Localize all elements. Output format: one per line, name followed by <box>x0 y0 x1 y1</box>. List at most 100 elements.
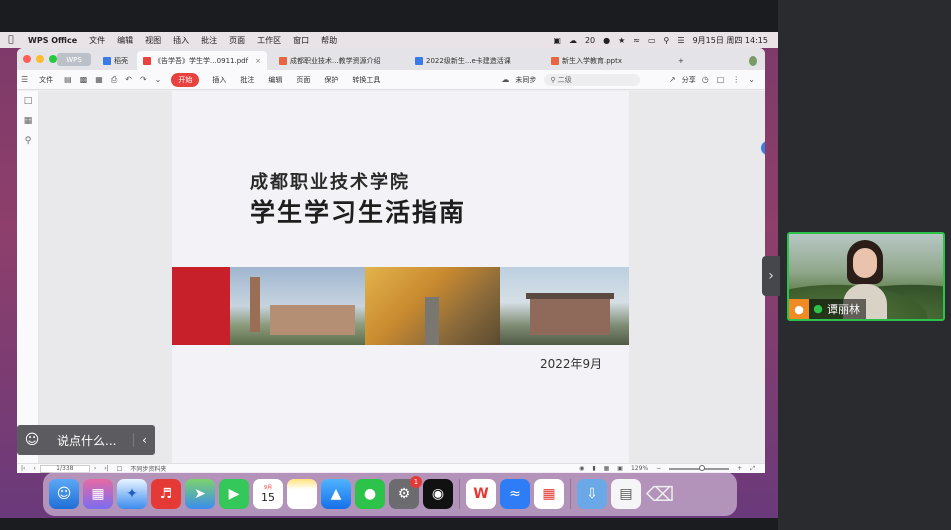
tencent-meeting-icon[interactable]: ≈ <box>500 479 530 509</box>
zoom-out-icon[interactable]: − <box>652 465 665 472</box>
zoom-slider[interactable] <box>669 464 730 471</box>
emoji-icon[interactable]: ☺ <box>17 432 47 448</box>
datetime[interactable]: 9月15日 周四 14:15 <box>689 35 772 46</box>
history-icon[interactable]: ◷ <box>698 75 713 84</box>
facetime-icon[interactable]: ▶ <box>219 479 249 509</box>
menu-item-window[interactable]: 窗口 <box>287 35 315 46</box>
collapse-chat-icon[interactable]: ‹ <box>133 433 155 447</box>
menu-item-comment[interactable]: 批注 <box>195 35 223 46</box>
system-preferences-icon[interactable]: ⚙ 1 <box>389 476 422 509</box>
chevron-down-icon[interactable]: ⌄ <box>151 75 166 84</box>
zoom-window-button[interactable] <box>49 55 57 63</box>
assistant-float-icon[interactable]: ✎ <box>761 141 765 155</box>
open-icon[interactable]: ▤ <box>60 75 76 84</box>
close-tab-icon[interactable]: × <box>255 57 261 65</box>
bookmark-icon[interactable]: □ <box>17 91 39 111</box>
cloud-sync-icon[interactable]: ☁ <box>497 75 513 84</box>
view-mode-icon[interactable]: ◉ <box>575 465 588 472</box>
thumbnail-icon[interactable]: ▦ <box>17 111 39 131</box>
user-icon[interactable]: ● <box>599 36 614 45</box>
finder-icon[interactable]: ☺ <box>49 479 79 509</box>
redo-icon[interactable]: ↷ <box>136 75 151 84</box>
launchpad-icon[interactable]: ▦ <box>83 479 113 509</box>
print-icon[interactable]: ⎙ <box>107 75 121 85</box>
collapse-ribbon-icon[interactable]: ⌄ <box>744 75 759 84</box>
undo-icon[interactable]: ↶ <box>121 75 136 84</box>
wechat-icon[interactable]: ● <box>355 479 385 509</box>
trash-icon[interactable]: ⌫ <box>645 479 675 509</box>
more-icon[interactable]: ⋮ <box>728 75 744 84</box>
document-canvas[interactable]: 成都职业技术学院 学生学习生活指南 2022年9月 <box>39 91 765 463</box>
menu-item-help[interactable]: 帮助 <box>315 35 343 46</box>
collapse-panel-button[interactable]: › <box>762 256 780 296</box>
expand-icon[interactable]: ⤢ <box>746 465 759 473</box>
file-menu[interactable]: 文件 <box>32 75 60 85</box>
documents-stack-icon[interactable]: ▤ <box>611 479 641 509</box>
tab-pdf[interactable]: 《告学吾》学生学...0911.pdf × <box>137 51 267 70</box>
prev-page-icon[interactable]: ‹ <box>29 465 39 472</box>
notes-icon[interactable] <box>287 479 317 509</box>
chat-input-pill[interactable]: ☺ 说点什么... ‹ <box>17 425 155 455</box>
close-window-button[interactable] <box>23 55 31 63</box>
battery-icon[interactable]: ▭ <box>644 36 660 45</box>
fit-page-icon[interactable]: □ <box>113 465 127 472</box>
qq-icon[interactable]: ◉ <box>423 479 453 509</box>
search-input[interactable]: ⚲ 二级 <box>544 73 641 86</box>
app-store-icon[interactable]: ▲ <box>321 479 351 509</box>
next-page-icon[interactable]: › <box>90 465 100 472</box>
cloud-temp-icon[interactable]: ☁ <box>565 36 581 45</box>
zoom-slider-knob[interactable] <box>699 464 706 471</box>
zoom-in-icon[interactable]: + <box>733 465 746 472</box>
wps-home-tab[interactable]: WPS <box>57 53 91 66</box>
calendar-icon[interactable]: 9月 15 <box>253 479 283 509</box>
double-page-icon[interactable]: ▦ <box>600 465 614 472</box>
tab-comment[interactable]: 批注 <box>233 75 261 85</box>
minimize-window-button[interactable] <box>36 55 44 63</box>
tab-insert[interactable]: 插入 <box>205 75 233 85</box>
share-button[interactable]: 分享 <box>680 75 698 85</box>
tab-protect[interactable]: 保护 <box>317 75 345 85</box>
menu-item-view[interactable]: 视图 <box>139 35 167 46</box>
participant-video[interactable]: ● ● 谭丽林 <box>787 232 945 321</box>
wps-office-icon[interactable]: W <box>466 479 496 509</box>
cloud-sync-status[interactable]: 未同步 <box>513 75 538 85</box>
menu-item-insert[interactable]: 插入 <box>167 35 195 46</box>
wifi-icon[interactable]: ≈ <box>629 36 644 45</box>
downloads-folder-icon[interactable]: ⇩ <box>577 479 607 509</box>
search-icon[interactable]: ⚲ <box>660 36 674 45</box>
single-page-icon[interactable]: ▮ <box>588 465 599 472</box>
fullscreen-icon[interactable]: ▣ <box>613 465 627 472</box>
tab-orientation[interactable]: 新生入学教育.pptx <box>545 51 645 70</box>
tab-freshmen-card[interactable]: 2022级新生...e卡建造活课 <box>409 51 541 70</box>
safari-icon[interactable]: ✦ <box>117 479 147 509</box>
find-icon[interactable]: ⚲ <box>17 131 39 151</box>
tab-edit[interactable]: 编辑 <box>261 75 289 85</box>
tab-convert[interactable]: 转换工具 <box>345 75 387 85</box>
save-icon[interactable]: ▩ <box>76 75 92 84</box>
pdf-document-icon[interactable]: ▦ <box>534 479 564 509</box>
tab-page[interactable]: 页面 <box>289 75 317 85</box>
menu-item-edit[interactable]: 编辑 <box>111 35 139 46</box>
netease-music-icon[interactable]: ♬ <box>151 479 181 509</box>
chat-placeholder[interactable]: 说点什么... <box>57 432 133 449</box>
new-tab-button[interactable]: + <box>672 51 692 70</box>
menu-item-page[interactable]: 页面 <box>223 35 251 46</box>
maps-icon[interactable]: ➤ <box>185 479 215 509</box>
export-icon[interactable]: ▦ <box>91 75 107 84</box>
tab-start[interactable]: 开始 <box>171 72 200 87</box>
bluetooth-icon[interactable]: ★ <box>614 36 629 45</box>
menu-icon[interactable]: ☰ <box>17 75 32 84</box>
menu-app-name[interactable]: WPS Office <box>22 36 83 45</box>
first-page-icon[interactable]: |‹ <box>17 465 29 472</box>
wechat-status-icon[interactable]: ▣ <box>549 36 565 45</box>
zoom-level[interactable]: 129% <box>627 465 652 472</box>
tab-daoke[interactable]: 稻壳 <box>97 51 137 70</box>
menu-item-file[interactable]: 文件 <box>83 35 111 46</box>
apple-icon[interactable]:  <box>0 35 22 45</box>
menu-item-workspace[interactable]: 工作区 <box>251 35 287 46</box>
comment-icon[interactable]: □ <box>713 75 729 84</box>
share-icon[interactable]: ↗ <box>665 75 680 84</box>
tab-resources[interactable]: 成都职业技术...教学资源介绍 <box>273 51 405 70</box>
account-avatar[interactable] <box>743 51 763 70</box>
control-center-icon[interactable]: ☰ <box>673 36 688 45</box>
